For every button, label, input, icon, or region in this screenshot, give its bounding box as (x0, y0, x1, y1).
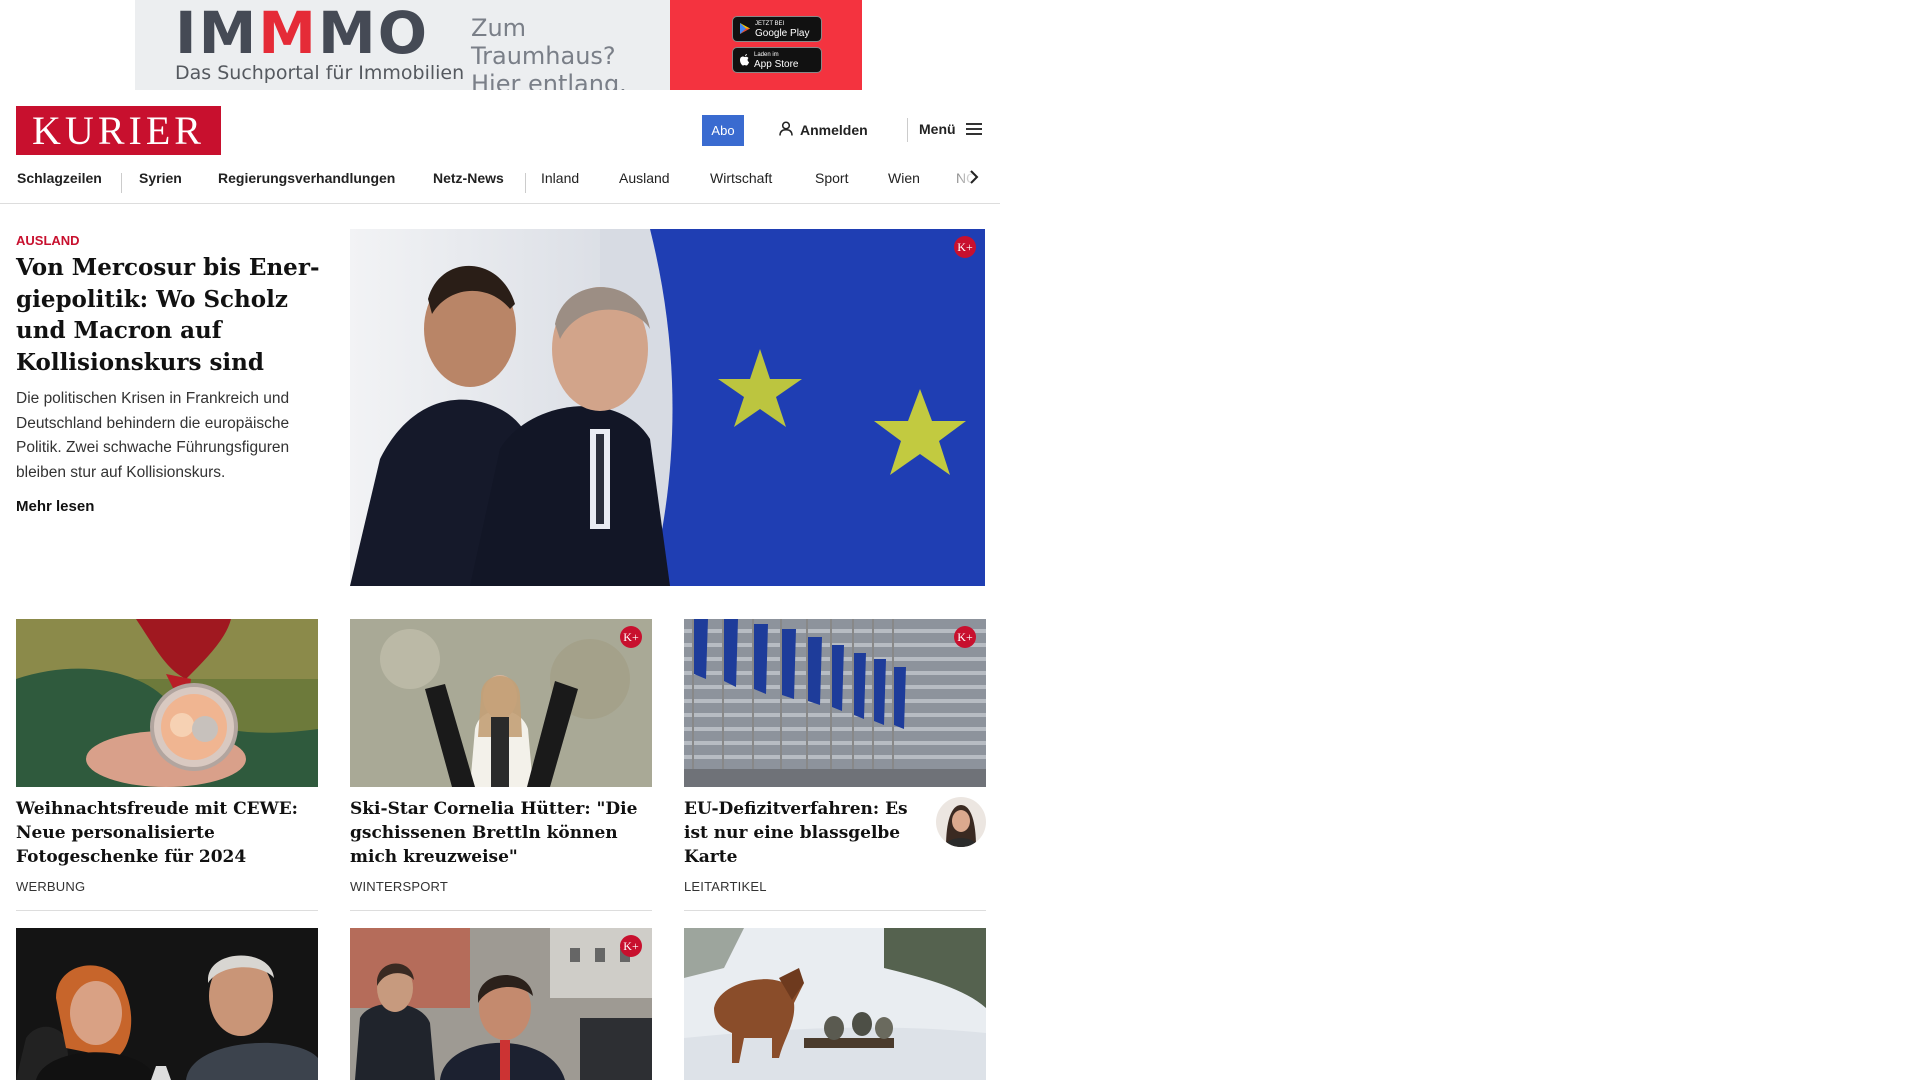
lead-image[interactable]: K+ (350, 229, 985, 586)
google-play-badge[interactable]: JETZT BEI Google Play (732, 16, 822, 42)
article-image (684, 928, 986, 1080)
nav-item-ausland[interactable]: Ausland (619, 170, 670, 186)
nav-item-regierungsverhandlungen[interactable]: Regierungsverhandlungen (218, 170, 395, 186)
article-image: K+ (350, 619, 652, 787)
lead-kicker: AUSLAND (16, 233, 80, 248)
chevron-right-icon[interactable] (968, 167, 980, 193)
article-card-row2-1[interactable] (16, 928, 318, 1080)
nav-divider (525, 173, 526, 193)
login-label: Anmelden (800, 122, 868, 138)
kurier-logo[interactable]: KURIER (16, 106, 221, 155)
article-image: K+ (684, 619, 986, 787)
kplus-badge: K+ (620, 626, 642, 648)
article-image (16, 928, 318, 1080)
lead-teaser: Die politischen Krisen in Frankreich und… (16, 390, 290, 481)
kplus-badge: K+ (954, 626, 976, 648)
abo-button[interactable]: Abo (702, 115, 744, 146)
hamburger-icon (965, 123, 982, 135)
menu-label: Menü (919, 121, 956, 137)
nav-item-netz-news[interactable]: Netz-News (433, 170, 504, 186)
header-divider (907, 118, 908, 142)
kplus-badge: K+ (620, 935, 642, 957)
ad-slogan: Zum Traumhaus? Hier entlang. (471, 14, 627, 90)
page: IMMMO Das Suchportal für Immobilien Zum … (0, 0, 1000, 1080)
nav-item-wirtschaft[interactable]: Wirtschaft (710, 170, 772, 186)
app-store-badge[interactable]: Laden im App Store (732, 47, 822, 73)
nav-item-wien[interactable]: Wien (888, 170, 920, 186)
nav-divider (121, 173, 122, 193)
section-nav: Schlagzeilen Syrien Regierungsverhandlun… (0, 165, 1000, 204)
apple-icon (739, 53, 750, 68)
article-title: Weihnachtsfreude mit CEWE: Neue personal… (16, 799, 298, 867)
ad-logo: IMMMO (175, 0, 430, 67)
play-icon (739, 22, 751, 37)
nav-item-sport[interactable]: Sport (815, 170, 848, 186)
article-card-huetter[interactable]: K+ Ski-Star Cornelia Hütter: "Die gschis… (350, 619, 652, 894)
article-card-row2-2[interactable]: K+ (350, 928, 652, 1080)
article-card-row2-3[interactable] (684, 928, 986, 1080)
article-title: EU-Defizitverfahren: Es ist nur eine bla… (684, 799, 908, 867)
ad-tagline: Das Suchportal für Immobilien (175, 62, 465, 84)
ad-store-area: JETZT BEI Google Play Laden im App Store (670, 0, 862, 90)
lead-headline[interactable]: Von Mercosur bis Ener­giepolitik: Wo Sch… (16, 252, 326, 378)
article-category: LEITARTIKEL (684, 879, 767, 894)
site-header: KURIER Abo Anmelden Menü (0, 98, 1000, 162)
ad-brand-area: IMMMO Das Suchportal für Immobilien Zum … (135, 0, 670, 90)
article-card-cewe[interactable]: Weihnachtsfreude mit CEWE: Neue personal… (16, 619, 318, 894)
article-category: WINTERSPORT (350, 879, 449, 894)
nav-item-schlagzeilen[interactable]: Schlagzeilen (17, 170, 102, 186)
row-divider (684, 910, 986, 911)
article-image (16, 619, 318, 787)
article-title: Ski-Star Cornelia Hütter: "Die gschissen… (350, 799, 638, 867)
read-more-link[interactable]: Mehr lesen (16, 498, 94, 515)
row-divider (350, 910, 652, 911)
nav-item-syrien[interactable]: Syrien (139, 170, 182, 186)
kplus-badge: K+ (954, 236, 976, 258)
article-card-eu-defizit[interactable]: K+ EU-Defizitverfahren: Es ist nur eine … (684, 619, 986, 894)
author-avatar (936, 797, 986, 847)
article-category: WERBUNG (16, 879, 86, 894)
nav-item-inland[interactable]: Inland (541, 170, 579, 186)
row-divider (16, 910, 318, 911)
login-button[interactable]: Anmelden (779, 121, 868, 139)
article-image: K+ (350, 928, 652, 1080)
menu-button[interactable]: Menü (919, 121, 982, 137)
immmo-ad-banner[interactable]: IMMMO Das Suchportal für Immobilien Zum … (135, 0, 862, 90)
user-icon (779, 121, 793, 139)
